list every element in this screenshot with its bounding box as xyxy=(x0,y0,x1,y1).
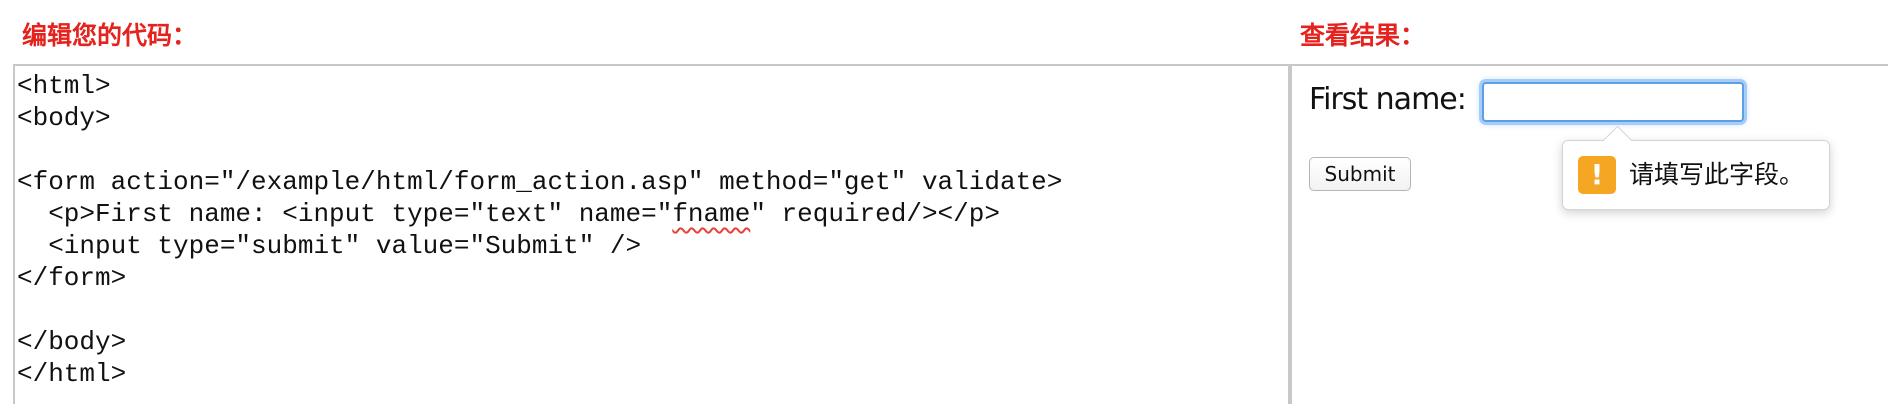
tooltip-arrow xyxy=(1602,125,1633,156)
code-text[interactable]: <html> <body> <form action="/example/html/… xyxy=(15,66,1288,390)
validation-tooltip: ! 请填写此字段。 xyxy=(1562,125,1830,210)
code-line: <body> xyxy=(17,103,111,133)
code-line: <html> xyxy=(17,71,111,101)
code-line: <p>First name: <input type="text" name="… xyxy=(17,199,1000,229)
code-line: <input type="submit" value="Submit" /> xyxy=(17,231,642,261)
first-name-input[interactable] xyxy=(1482,82,1744,122)
submit-button[interactable]: Submit xyxy=(1309,157,1411,191)
code-line: <form action="/example/html/form_action.… xyxy=(17,167,1063,197)
result-pane: First name: Submit ! 请填写此字段。 xyxy=(1290,64,1888,404)
validation-message: 请填写此字段。 xyxy=(1629,160,1805,189)
first-name-label: First name: xyxy=(1309,82,1467,117)
page: 编辑您的代码： 查看结果： <html> <body> <form action="… xyxy=(0,0,1888,404)
code-editor[interactable]: <html> <body> <form action="/example/html/… xyxy=(13,64,1290,404)
result-heading: 查看结果： xyxy=(1300,21,1426,50)
code-line: </body> xyxy=(17,327,127,357)
warning-icon: ! xyxy=(1578,156,1616,194)
code-line: </html> xyxy=(17,359,127,389)
code-line: </form> xyxy=(17,263,127,293)
misspelled-word: fname xyxy=(672,199,751,229)
editor-heading: 编辑您的代码： xyxy=(22,21,198,50)
